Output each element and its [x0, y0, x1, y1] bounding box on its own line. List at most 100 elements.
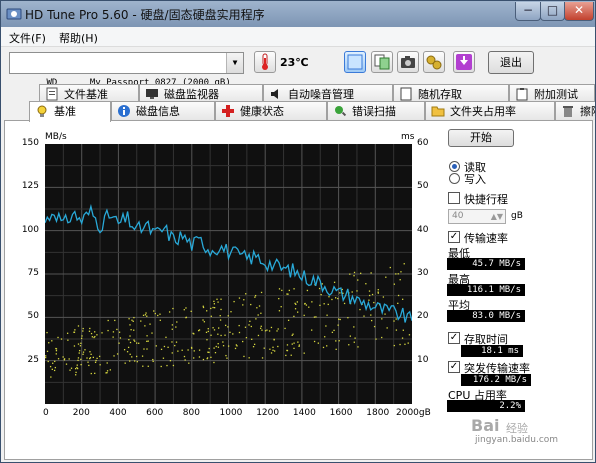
access-time-point: [171, 341, 173, 343]
access-time-point: [393, 283, 396, 285]
title-bar[interactable]: HD Tune Pro 5.60 - 硬盘/固态硬盘实用程序 − □ ✕: [1, 1, 595, 27]
drive-select[interactable]: WD My Passport 0827 (2000 gB) ▼: [9, 52, 244, 88]
access-time-point: [128, 318, 130, 320]
access-time-point: [370, 314, 372, 316]
access-time-point: [225, 354, 227, 357]
access-time-point: [222, 345, 225, 347]
watermark-title: 经验: [506, 422, 528, 435]
access-time-point: [395, 318, 397, 320]
access-time-point: [183, 355, 186, 358]
watermark-brand: Bai: [471, 416, 500, 435]
access-time-point: [252, 346, 255, 348]
access-time-point: [133, 329, 135, 331]
access-time-point: [136, 342, 138, 344]
access-time-point: [313, 316, 316, 318]
access-time-point: [303, 314, 305, 317]
min-value: 45.7 MB/s: [447, 258, 525, 270]
access-time-point: [248, 324, 250, 326]
access-time-point: [353, 341, 355, 343]
access-time-point: [293, 347, 295, 350]
access-time-point: [193, 333, 195, 335]
write-radio[interactable]: [449, 173, 460, 184]
tab-erase[interactable]: 擦除: [555, 101, 595, 120]
start-button[interactable]: 开始: [448, 129, 514, 147]
access-time-point: [162, 357, 165, 359]
short-stroke-label: 快捷行程: [464, 193, 508, 206]
access-time-point: [353, 326, 355, 328]
access-time-point: [368, 290, 371, 292]
access-time-point: [212, 306, 214, 309]
menu-help[interactable]: 帮助(H): [59, 30, 98, 46]
left-axis-tick: 150: [21, 138, 39, 148]
right-axis-tick: 10: [417, 354, 429, 365]
spinner-icon[interactable]: ▲▼: [491, 210, 503, 223]
tools-icon: [426, 55, 442, 70]
access-time-point: [348, 344, 350, 346]
access-time-point: [166, 364, 168, 367]
access-time-point: [177, 350, 179, 352]
short-stroke-input[interactable]: 40 ▲▼: [448, 209, 506, 224]
access-time-point: [250, 303, 252, 306]
access-time-point: [266, 329, 268, 331]
tab-disk-info[interactable]: 磁盘信息: [111, 101, 215, 120]
access-time-point: [324, 336, 326, 338]
access-time-point: [129, 335, 131, 337]
access-time-checkbox[interactable]: ✓: [448, 332, 460, 344]
short-stroke-checkbox[interactable]: [448, 192, 460, 204]
access-time-point: [217, 301, 219, 303]
burst-rate-checkbox[interactable]: ✓: [448, 361, 460, 373]
access-time-point: [87, 361, 89, 363]
access-time-point: [303, 352, 305, 354]
tab-benchmark[interactable]: 基准: [29, 101, 111, 122]
access-time-point: [337, 297, 339, 300]
access-time-point: [57, 358, 60, 360]
options-button[interactable]: [423, 51, 445, 73]
access-time-point: [373, 301, 375, 304]
read-radio[interactable]: [449, 161, 460, 172]
access-time-point: [84, 349, 86, 351]
access-time-point: [251, 338, 253, 340]
access-time-point: [215, 345, 217, 348]
save-button[interactable]: [453, 51, 475, 73]
app-icon: [6, 8, 22, 20]
access-time-point: [55, 353, 57, 355]
tab-folder-usage[interactable]: 文件夹占用率: [425, 101, 555, 120]
access-time-point: [311, 301, 313, 303]
transfer-rate-checkbox[interactable]: ✓: [448, 231, 460, 243]
screenshot-button[interactable]: [397, 51, 419, 73]
access-time-point: [163, 345, 166, 348]
access-time-point: [135, 355, 138, 358]
access-time-point: [106, 372, 108, 374]
access-time-point: [238, 331, 241, 334]
access-time-point: [401, 298, 404, 300]
access-time-point: [319, 304, 321, 307]
tab-error-scan[interactable]: 错误扫描: [327, 101, 425, 120]
copy-button[interactable]: [371, 51, 393, 73]
access-time-point: [238, 297, 241, 299]
menu-file[interactable]: 文件(F): [9, 30, 46, 46]
exit-button[interactable]: 退出: [488, 51, 534, 74]
minimize-button[interactable]: −: [515, 2, 541, 21]
access-time-point: [219, 319, 222, 321]
access-time-point: [284, 327, 286, 330]
access-time-point: [293, 288, 295, 290]
access-time-point: [294, 308, 297, 310]
access-time-point: [101, 332, 103, 334]
access-time-point: [343, 302, 346, 305]
access-time-point: [129, 353, 131, 355]
access-time-point: [109, 369, 111, 371]
highlight-button[interactable]: [344, 51, 366, 73]
maximize-button[interactable]: □: [540, 2, 565, 21]
temperature-button[interactable]: [254, 51, 276, 73]
access-time-point: [159, 319, 161, 321]
access-time-point: [286, 344, 289, 346]
chevron-down-icon[interactable]: ▼: [226, 53, 243, 73]
access-time-point: [217, 327, 220, 329]
access-time-point: [220, 334, 222, 337]
access-time-point: [96, 334, 98, 336]
access-time-point: [45, 355, 47, 357]
tab-health[interactable]: 健康状态: [215, 101, 327, 120]
access-time-point: [185, 316, 187, 319]
access-time-point: [293, 315, 295, 318]
close-button[interactable]: ✕: [564, 2, 594, 21]
